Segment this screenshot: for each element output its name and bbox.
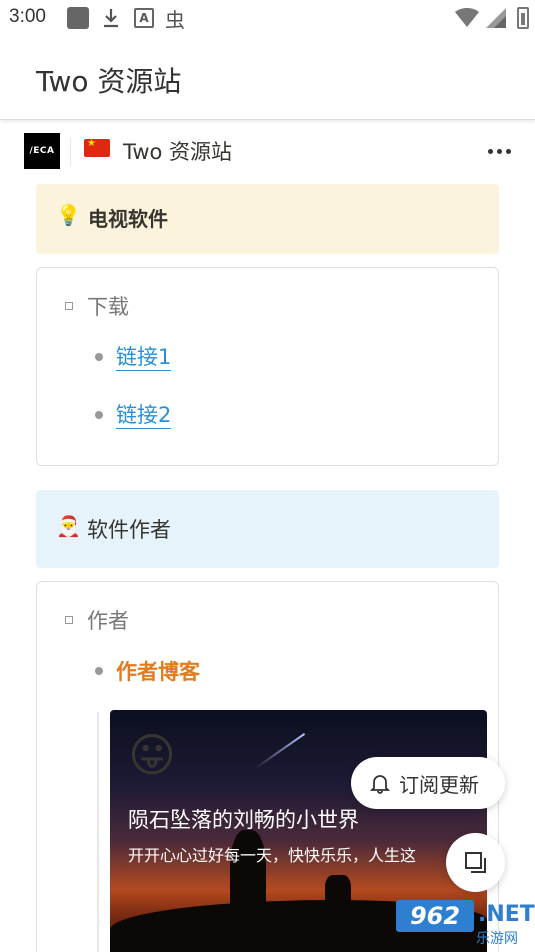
status-time: 3:00 <box>9 6 46 27</box>
santa-icon: 🎅 <box>56 514 81 538</box>
toggle-square-icon <box>65 616 73 624</box>
link-2[interactable]: 链接2 <box>116 402 172 429</box>
bullet-icon <box>95 411 103 419</box>
watermark-number: 962 <box>396 900 474 932</box>
list-item: 链接2 <box>95 400 172 430</box>
list-item: 链接1 <box>95 342 172 372</box>
bug-icon: 虫 <box>165 7 185 32</box>
app-bar: Two 资源站 <box>0 36 535 120</box>
callout-tv-software: 💡 电视软件 <box>36 184 499 254</box>
watermark-site: 乐游网 <box>476 931 518 947</box>
download-toggle[interactable]: 下载 <box>65 291 129 321</box>
list-item: 作者博客 <box>95 656 200 686</box>
quote-divider <box>97 712 99 952</box>
blog-card-subtitle: 开开心心过好每一天，快快乐乐，人生这 <box>128 846 417 865</box>
toggle-square-icon <box>65 302 73 310</box>
battery-icon <box>511 6 535 30</box>
site-logo[interactable]: /ECA <box>24 133 60 169</box>
app-title: Two 资源站 <box>36 65 182 98</box>
download-icon <box>99 6 123 30</box>
bullet-icon <box>95 667 103 675</box>
author-toggle-label: 作者 <box>87 609 129 633</box>
text-app-icon: A <box>132 6 156 30</box>
bell-icon <box>369 772 391 794</box>
duplicate-button[interactable] <box>446 833 505 892</box>
meteor-streak <box>254 732 306 770</box>
callout-software-author: 🎅 软件作者 <box>36 490 499 568</box>
callout-tv-label: 电视软件 <box>88 207 168 231</box>
more-options-icon[interactable] <box>484 136 514 166</box>
header-divider <box>70 138 71 166</box>
wifi-icon <box>455 6 479 30</box>
author-blog-link[interactable]: 作者博客 <box>116 656 200 686</box>
duplicate-icon <box>464 851 486 873</box>
page-title[interactable]: Two 资源站 <box>123 136 232 166</box>
signal-icon <box>484 6 508 30</box>
china-flag-icon <box>84 138 110 157</box>
link-1[interactable]: 链接1 <box>116 344 172 371</box>
subscribe-button[interactable]: 订阅更新 <box>351 757 505 809</box>
lightbulb-icon: 💡 <box>56 203 81 227</box>
watermark-net: .NET <box>478 902 535 927</box>
bullet-icon <box>95 353 103 361</box>
download-card: 下载 链接1 链接2 <box>36 267 499 466</box>
page-header: /ECA Two 资源站 <box>0 126 535 180</box>
app-notification-icon <box>66 6 90 30</box>
blog-card-title: 陨石坠落的刘畅的小世界 <box>128 808 359 832</box>
subscribe-label: 订阅更新 <box>399 772 479 797</box>
download-toggle-label: 下载 <box>87 295 129 319</box>
tongue-emoji-icon: 😛 <box>128 728 176 782</box>
callout-author-label: 软件作者 <box>87 518 171 542</box>
status-bar: 3:00 A 虫 <box>0 0 535 36</box>
author-toggle[interactable]: 作者 <box>65 605 129 635</box>
watermark-logo: 962 .NET 乐游网 <box>396 900 535 948</box>
